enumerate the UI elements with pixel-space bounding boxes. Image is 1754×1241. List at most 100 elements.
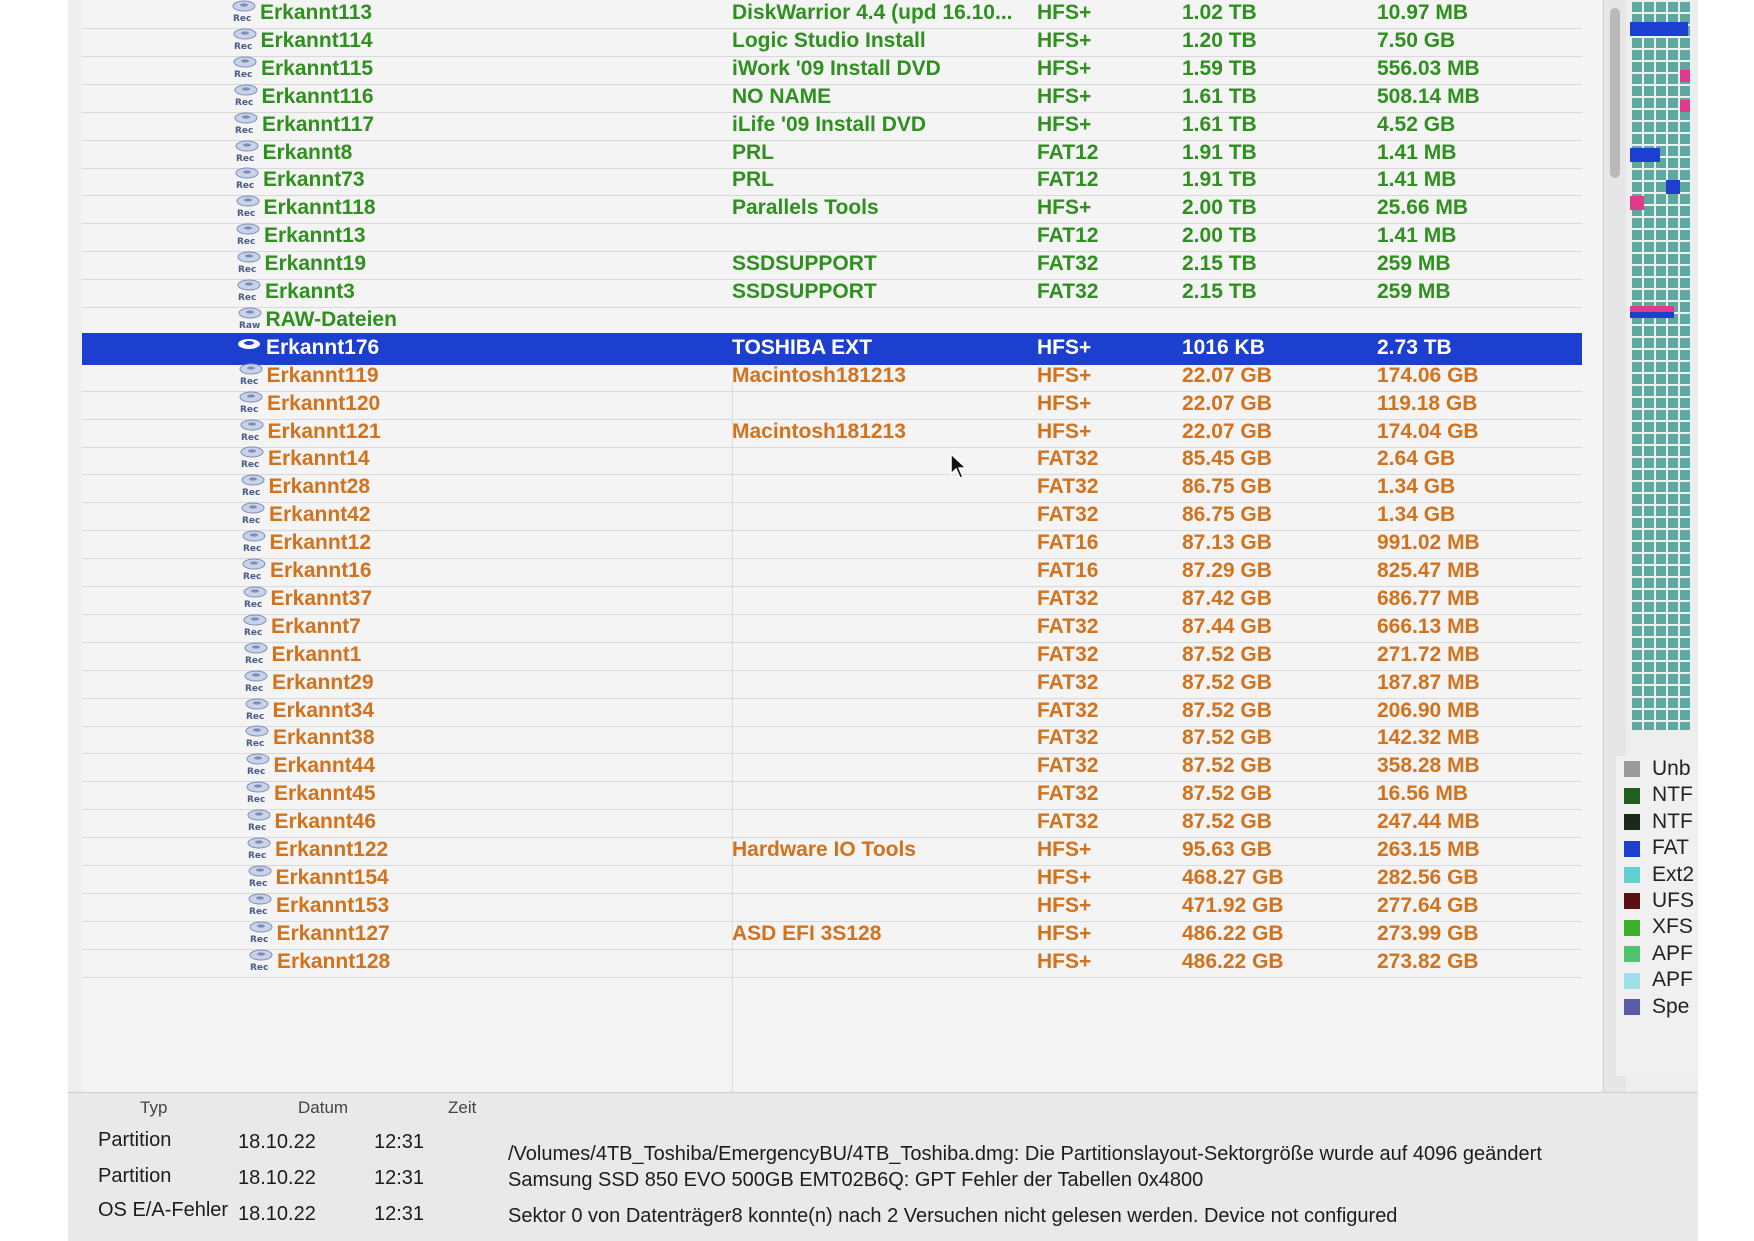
partition-row[interactable]: Rec Erkannt122 Hardware IO Tools HFS+ 95.63 … [82,835,1582,866]
rec-disk-icon: Rec [243,696,271,726]
partition-row[interactable]: Rec Erkannt116 NO NAME HFS+ 1.61 TB 508.14 MB [82,82,1582,113]
legend-swatch [1624,840,1640,857]
partition-start: 86.75 GB [1182,475,1272,498]
partition-filesystem: HFS+ [1037,1,1092,24]
legend-label: NTF [1652,783,1693,807]
partition-size: 1.41 MB [1377,224,1457,247]
partition-row[interactable]: Rec Erkannt127 ASD EFI 3S128 HFS+ 486.22 GB 2… [82,919,1582,950]
partition-filesystem: HFS+ [1037,392,1092,415]
rec-disk-icon: Rec [237,389,265,419]
log-time: 12:31 [374,1131,425,1153]
partition-row[interactable]: Rec Erkannt13 FAT12 2.00 TB 1.41 MB [82,221,1582,252]
rec-disk-icon: Rec [238,444,266,474]
partition-row[interactable]: Rec Erkannt1 FAT32 87.52 GB 271.72 MB [82,640,1582,671]
legend-label: Ext2 [1652,862,1695,886]
partition-row[interactable]: Rec Erkannt153 HFS+ 471.92 GB 277.64 GB [82,891,1582,922]
partition-row[interactable]: Rec Erkannt16 FAT16 87.29 GB 825.47 MB [82,556,1582,587]
partition-row[interactable]: Rec Erkannt42 FAT32 86.75 GB 1.34 GB [82,500,1582,531]
rec-disk-icon: Rec [240,556,268,586]
partition-filesystem: HFS+ [1037,894,1092,917]
partition-start: 1.59 TB [1182,57,1257,80]
partition-size: 825.47 MB [1377,559,1480,582]
partition-label: Logic Studio Install [732,29,926,52]
disk-icon [236,333,264,363]
partition-row[interactable]: Rec Erkannt119 Macintosh181213 HFS+ 22.07 GB… [82,361,1582,392]
map-block-special [1680,100,1690,112]
partition-row[interactable]: Rec Erkannt73 PRL FAT12 1.91 TB 1.41 MB [82,165,1582,196]
partition-row[interactable]: Rec Erkannt113 DiskWarrior 4.4 (upd 16.10.… [82,0,1582,29]
partition-name: Erkannt45 [274,782,376,805]
rec-disk-icon: Rec [239,472,267,502]
rec-disk-icon: Rec [241,584,269,614]
rec-disk-icon: Rec [233,138,261,168]
partition-filesystem: FAT32 [1037,643,1099,666]
scrollbar-thumb[interactable] [1610,8,1620,178]
partition-filesystem: FAT16 [1037,531,1099,554]
log-header-type[interactable]: Typ [140,1093,167,1123]
partition-size: 1.34 GB [1377,503,1456,526]
svg-text:Rec: Rec [234,70,252,80]
rec-disk-icon: Rec [247,947,275,977]
partition-size: 259 MB [1377,252,1451,275]
rec-disk-icon: Rec [234,193,262,223]
partition-size: 16.56 MB [1377,782,1469,805]
partition-row[interactable]: Rec Erkannt120 HFS+ 22.07 GB 119.18 GB [82,389,1582,420]
svg-text:Rec: Rec [245,684,263,694]
partition-row[interactable]: Rec Erkannt117 iLife '09 Install DVD HFS+ 1.… [82,110,1582,141]
partition-start: 85.45 GB [1182,447,1272,470]
rec-disk-icon: Rec [244,751,272,781]
map-block-fat [1666,180,1680,194]
rec-disk-icon: Rec [245,807,273,837]
svg-text:Rec: Rec [235,126,253,136]
partition-list[interactable]: Rec Erkannt113 DiskWarrior 4.4 (upd 16.10.… [82,0,1602,1092]
partition-row[interactable]: Rec Erkannt37 FAT32 87.42 GB 686.77 MB [82,584,1582,615]
legend-swatch [1624,946,1640,963]
partition-filesystem: FAT12 [1037,224,1099,247]
svg-text:Rec: Rec [238,265,256,275]
partition-start: 22.07 GB [1182,364,1272,387]
partition-size: 142.32 MB [1377,726,1480,749]
partition-start: 22.07 GB [1182,392,1272,415]
partition-row[interactable]: Raw RAW-Dateien [82,305,1582,336]
partition-name: Erkannt42 [269,503,371,526]
partition-row[interactable]: Rec Erkannt115 iWork '09 Install DVD HFS+ 1.… [82,54,1582,85]
partition-row[interactable]: Rec Erkannt44 FAT32 87.52 GB 358.28 MB [82,751,1582,782]
partition-row[interactable]: Rec Erkannt46 FAT32 87.52 GB 247.44 MB [82,807,1582,838]
partition-row[interactable]: Rec Erkannt38 FAT32 87.52 GB 142.32 MB [82,723,1582,754]
partition-row[interactable]: Rec Erkannt45 FAT32 87.52 GB 16.56 MB [82,779,1582,810]
svg-text:Rec: Rec [236,181,254,191]
rec-disk-icon: Rec [246,863,274,893]
partition-filesystem: FAT32 [1037,726,1099,749]
partition-name: Erkannt122 [275,838,389,861]
rec-disk-icon: Rec [235,249,263,279]
partition-filesystem: FAT32 [1037,810,1099,833]
log-header-time[interactable]: Zeit [448,1093,476,1123]
partition-row[interactable]: Rec Erkannt19 SSDSUPPORT FAT32 2.15 TB 259 MB [82,249,1582,280]
partition-row[interactable]: Rec Erkannt7 FAT32 87.44 GB 666.13 MB [82,612,1582,643]
partition-start: 87.44 GB [1182,615,1272,638]
partition-filesystem: HFS+ [1037,196,1092,219]
partition-filesystem: FAT32 [1037,252,1099,275]
partition-row[interactable]: Rec Erkannt12 FAT16 87.13 GB 991.02 MB [82,528,1582,559]
legend-item: UFS [1624,888,1694,914]
partition-size: 666.13 MB [1377,615,1480,638]
partition-size: 2.64 GB [1377,447,1456,470]
partition-row[interactable]: Rec Erkannt29 FAT32 87.52 GB 187.87 MB [82,668,1582,699]
log-header-date[interactable]: Datum [298,1093,348,1123]
partition-start: 87.13 GB [1182,531,1272,554]
partition-label: SSDSUPPORT [732,280,877,303]
map-block-special [1630,196,1644,210]
partition-row[interactable]: Rec Erkannt114 Logic Studio Install HFS+ 1.2… [82,26,1582,57]
partition-row[interactable]: Rec Erkannt14 FAT32 85.45 GB 2.64 GB [82,444,1582,475]
partition-filesystem: FAT12 [1037,141,1099,164]
partition-row[interactable]: Rec Erkannt128 HFS+ 486.22 GB 273.82 GB [82,947,1582,978]
partition-start: 22.07 GB [1182,420,1272,443]
partition-row[interactable]: Rec Erkannt118 Parallels Tools HFS+ 2.00 TB 2… [82,193,1582,224]
partition-filesystem: FAT32 [1037,280,1099,303]
partition-row[interactable]: Rec Erkannt3 SSDSUPPORT FAT32 2.15 TB 259 MB [82,277,1582,308]
partition-row[interactable]: Rec Erkannt154 HFS+ 468.27 GB 282.56 GB [82,863,1582,894]
rec-disk-icon: Rec [238,417,266,447]
partition-row[interactable]: Rec Erkannt28 FAT32 86.75 GB 1.34 GB [82,472,1582,503]
partition-name: Erkannt37 [270,587,373,610]
partition-start: 1.91 TB [1182,168,1257,191]
